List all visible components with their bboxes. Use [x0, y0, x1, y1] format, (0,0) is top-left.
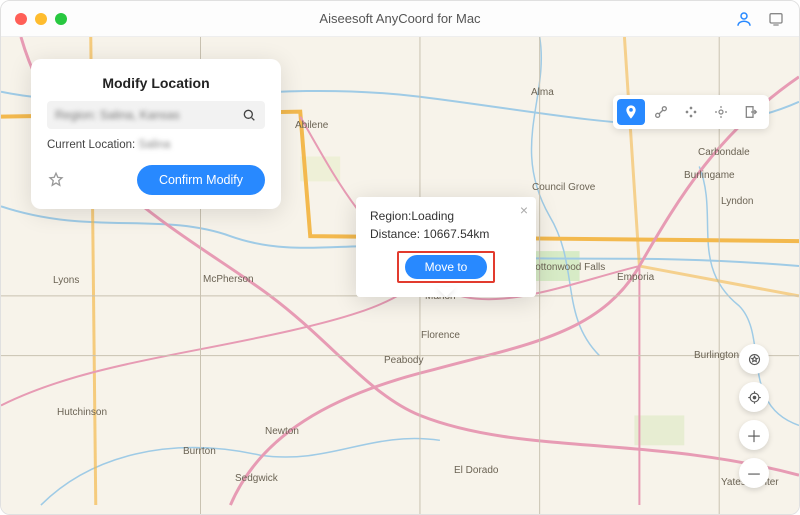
titlebar-actions	[735, 10, 785, 28]
traffic-lights	[15, 13, 67, 25]
current-location-row: Current Location: Salina	[47, 139, 265, 151]
mode-multi-stop[interactable]	[677, 99, 705, 125]
zoom-controls: ＋ －	[739, 344, 769, 488]
popover-region-row: Region:Loading	[370, 209, 522, 223]
recenter-button[interactable]	[739, 382, 769, 412]
export-icon[interactable]	[737, 99, 765, 125]
zoom-out-button[interactable]: －	[739, 458, 769, 488]
search-row	[47, 101, 265, 129]
panel-actions: Confirm Modify	[47, 165, 265, 195]
confirm-modify-button[interactable]: Confirm Modify	[137, 165, 265, 195]
move-to-highlight: Move to	[397, 251, 496, 283]
close-window-button[interactable]	[15, 13, 27, 25]
search-icon[interactable]	[241, 107, 257, 123]
modify-location-panel: Modify Location Current Location: Salina…	[31, 59, 281, 209]
panel-title: Modify Location	[47, 75, 265, 91]
current-location-value: Salina	[138, 139, 170, 151]
region-label: Region:	[370, 209, 411, 223]
app-window: Aiseesoft AnyCoord for Mac	[0, 0, 800, 515]
favorite-star-icon[interactable]	[47, 171, 65, 189]
region-value: Loading	[411, 209, 454, 223]
feedback-icon[interactable]	[767, 10, 785, 28]
mode-toolbar	[613, 95, 769, 129]
star-route-button[interactable]	[739, 344, 769, 374]
account-icon[interactable]	[735, 10, 753, 28]
titlebar: Aiseesoft AnyCoord for Mac	[1, 1, 799, 37]
location-popover: × Region:Loading Distance: 10667.54km Mo…	[356, 197, 536, 297]
zoom-in-button[interactable]: ＋	[739, 420, 769, 450]
mode-one-stop[interactable]	[647, 99, 675, 125]
current-location-label: Current Location:	[47, 139, 135, 151]
mode-modify-location[interactable]	[617, 99, 645, 125]
window-title: Aiseesoft AnyCoord for Mac	[1, 11, 799, 26]
search-input[interactable]	[55, 108, 241, 122]
maximize-window-button[interactable]	[55, 13, 67, 25]
move-to-button[interactable]: Move to	[405, 255, 488, 279]
distance-value: 10667.54km	[423, 227, 489, 241]
minimize-window-button[interactable]	[35, 13, 47, 25]
popover-distance-row: Distance: 10667.54km	[370, 227, 522, 241]
popover-close-icon[interactable]: ×	[520, 203, 528, 217]
mode-joystick[interactable]	[707, 99, 735, 125]
distance-label: Distance:	[370, 227, 420, 241]
